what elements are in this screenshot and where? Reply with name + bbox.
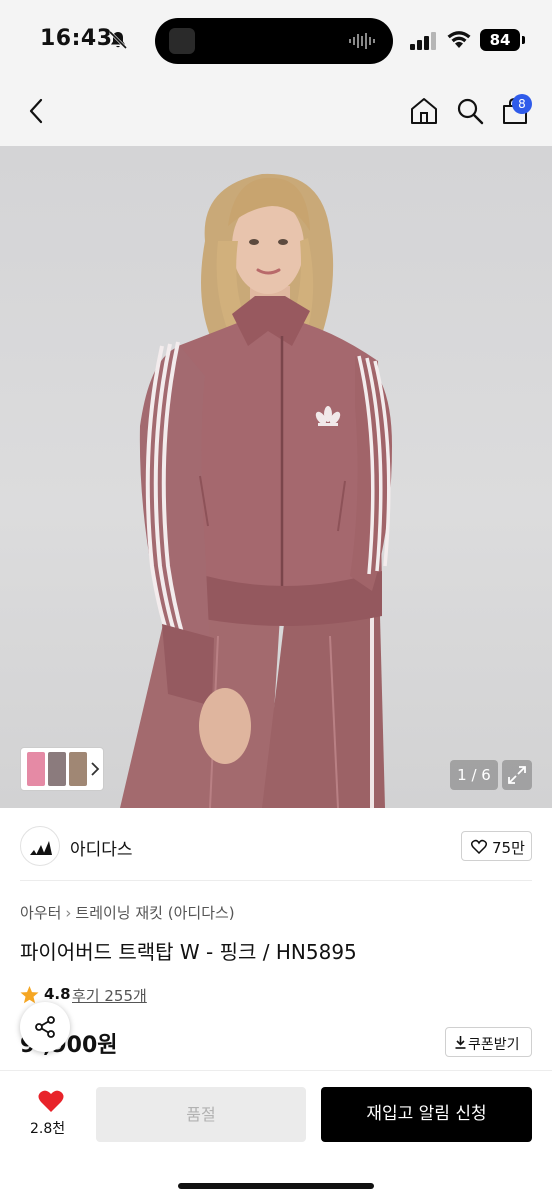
expand-icon [508, 766, 526, 784]
rating-score: 4.8 [44, 985, 71, 1003]
battery-indicator: 84 [480, 29, 520, 51]
thumbnail-brown[interactable] [69, 752, 87, 786]
heart-count: 2.8천 [30, 1121, 66, 1137]
star-icon [20, 986, 39, 1004]
dynamic-island [155, 18, 393, 64]
gallery-page-indicator: 1 / 6 [450, 760, 498, 790]
home-icon[interactable] [409, 96, 439, 126]
brand-like-count: 75만 [492, 839, 525, 857]
breadcrumb-subcategory[interactable]: 트레이닝 재킷 (아디다스) [75, 904, 234, 922]
search-icon[interactable] [455, 96, 485, 126]
gallery-thumbnail-strip[interactable] [20, 747, 104, 791]
model-wearing-jacket-illustration [120, 173, 392, 808]
share-icon [35, 1016, 55, 1038]
thumbnail-grey[interactable] [48, 752, 66, 786]
coupon-label: 쿠폰받기 [468, 1037, 520, 1053]
coupon-download-button[interactable]: 쿠폰받기 [445, 1027, 532, 1057]
status-time: 16:43 [40, 26, 113, 51]
wifi-icon [447, 31, 471, 48]
audio-wave-icon [349, 33, 375, 49]
heart-filled-icon[interactable] [38, 1089, 64, 1113]
product-title: 파이어버드 트랙탑 W - 핑크 / HN5895 [20, 940, 357, 964]
soldout-button[interactable]: 품절 [96, 1087, 306, 1142]
chevron-right-icon[interactable] [89, 761, 101, 777]
status-bar: 16:43 84 [0, 0, 552, 82]
brand-name[interactable]: 아디다스 [70, 835, 133, 860]
reviews-link[interactable]: 후기 255개 [72, 985, 147, 1006]
product-image[interactable] [0, 146, 552, 808]
download-icon [455, 1036, 466, 1049]
divider [20, 880, 532, 881]
breadcrumb-chevron-icon: › [65, 904, 72, 922]
cellular-signal-icon [410, 32, 436, 50]
share-button[interactable] [20, 1002, 70, 1052]
breadcrumb: 아우터 › 트레이닝 재킷 (아디다스) [20, 902, 235, 923]
brand-like-button[interactable]: 75만 [461, 831, 532, 861]
back-chevron-icon[interactable] [22, 96, 52, 126]
cart-count-badge: 8 [512, 94, 532, 114]
adidas-logo-icon [30, 841, 52, 855]
bell-off-icon [108, 30, 128, 50]
home-indicator [178, 1183, 374, 1189]
battery-nub [522, 36, 525, 44]
now-playing-artwork-icon [169, 28, 195, 54]
heart-outline-icon [471, 839, 487, 854]
thumbnail-pink[interactable] [27, 752, 45, 786]
breadcrumb-category[interactable]: 아우터 [20, 904, 61, 922]
restock-alert-button[interactable]: 재입고 알림 신청 [321, 1087, 532, 1142]
brand-logo[interactable] [20, 826, 60, 866]
expand-image-button[interactable] [502, 760, 532, 790]
top-nav [0, 82, 552, 146]
